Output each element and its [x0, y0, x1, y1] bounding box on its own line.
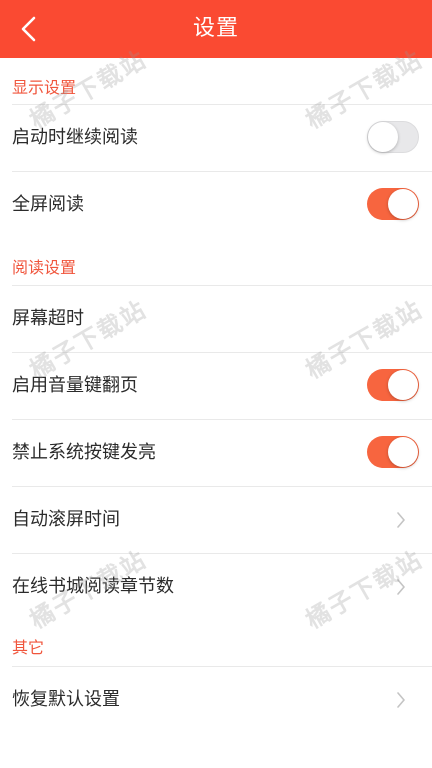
section-title-other: 其它: [12, 638, 45, 657]
section-title-reading: 阅读设置: [12, 258, 77, 277]
volume-key-paging-toggle[interactable]: [367, 369, 419, 401]
fullscreen-toggle[interactable]: [367, 188, 419, 220]
setting-label: 启用音量键翻页: [12, 375, 138, 396]
toggle-knob: [388, 370, 418, 400]
chevron-right-icon: [396, 512, 406, 528]
setting-restore-defaults[interactable]: 恢复默认设置: [12, 667, 432, 733]
setting-label: 全屏阅读: [12, 194, 84, 215]
setting-volume-key-paging[interactable]: 启用音量键翻页: [12, 353, 432, 419]
toggle-knob: [388, 189, 418, 219]
setting-label: 自动滚屏时间: [12, 509, 120, 530]
setting-continue-reading[interactable]: 启动时继续阅读: [12, 105, 432, 171]
continue-reading-toggle[interactable]: [367, 121, 419, 153]
chevron-right-icon: [396, 692, 406, 708]
header-bar: 设置: [0, 0, 432, 58]
setting-label: 在线书城阅读章节数: [12, 576, 174, 597]
toggle-knob: [368, 122, 398, 152]
setting-label: 屏幕超时: [12, 308, 84, 329]
setting-fullscreen-reading[interactable]: 全屏阅读: [12, 172, 432, 238]
setting-label: 恢复默认设置: [12, 689, 120, 710]
section-title-display: 显示设置: [12, 78, 77, 97]
disable-key-backlight-toggle[interactable]: [367, 436, 419, 468]
chevron-right-icon: [396, 579, 406, 595]
setting-screen-timeout[interactable]: 屏幕超时: [12, 286, 432, 352]
setting-auto-scroll-time[interactable]: 自动滚屏时间: [12, 487, 432, 553]
setting-disable-key-backlight[interactable]: 禁止系统按键发亮: [12, 420, 432, 486]
setting-label: 启动时继续阅读: [12, 127, 138, 148]
setting-online-chapters[interactable]: 在线书城阅读章节数: [12, 554, 432, 620]
toggle-knob: [388, 437, 418, 467]
page-title: 设置: [192, 16, 239, 41]
setting-label: 禁止系统按键发亮: [12, 442, 156, 463]
settings-list: 显示设置 启动时继续阅读 全屏阅读 阅读设置 屏幕超时 启用音量键翻页 禁止系统…: [0, 58, 432, 768]
